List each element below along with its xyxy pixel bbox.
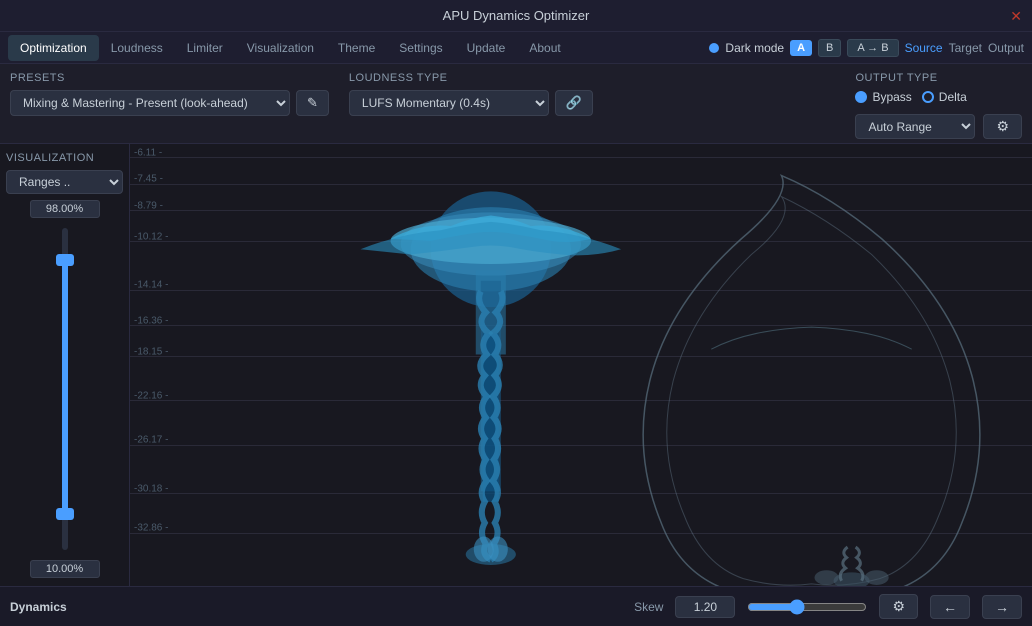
loudness-section: Loudness type LUFS Momentary (0.4s) 🔗: [349, 72, 593, 116]
viz-label: Visualization: [6, 152, 94, 164]
output-section: Output type Bypass Delta Auto Range ⚙: [855, 72, 1022, 139]
bypass-radio[interactable]: Bypass: [855, 90, 911, 104]
bottom-percent-label: 10.00%: [30, 560, 100, 578]
dynamics-back-button[interactable]: ←: [930, 595, 970, 619]
tab-settings[interactable]: Settings: [387, 35, 454, 61]
source-waveform: [361, 191, 622, 565]
presets-label: Presets: [10, 72, 329, 84]
top-percent-label: 98.00%: [30, 200, 100, 218]
nav-bar: Optimization Loudness Limiter Visualizat…: [0, 32, 1032, 64]
target-button[interactable]: Target: [949, 41, 982, 55]
preset-row: Mixing & Mastering - Present (look-ahead…: [10, 90, 329, 116]
nav-right: Dark mode A B A → B Source Target Output: [709, 39, 1024, 57]
main-visualization: -6.11 - -7.45 - -8.79 - -10.12 - -14.14 …: [130, 144, 1032, 586]
vertical-slider[interactable]: [6, 228, 123, 550]
presets-section: Presets Mixing & Mastering - Present (lo…: [10, 72, 329, 116]
delta-label: Delta: [939, 90, 967, 104]
delta-radio[interactable]: Delta: [922, 90, 967, 104]
range-select[interactable]: Auto Range: [855, 114, 975, 139]
skew-input[interactable]: [675, 596, 735, 618]
skew-label: Skew: [634, 600, 663, 614]
btn-ab[interactable]: A → B: [847, 39, 898, 57]
toolbar: Presets Mixing & Mastering - Present (lo…: [0, 64, 1032, 144]
tab-update[interactable]: Update: [455, 35, 518, 61]
output-button[interactable]: Output: [988, 41, 1024, 55]
dynamics-forward-button[interactable]: →: [982, 595, 1022, 619]
output-radio-row: Bypass Delta: [855, 90, 1022, 104]
output-gear-button[interactable]: ⚙: [983, 114, 1022, 139]
title-bar: APU Dynamics Optimizer ✕: [0, 0, 1032, 32]
delta-radio-circle: [922, 91, 934, 103]
slider-track: [62, 228, 68, 550]
tab-loudness[interactable]: Loudness: [99, 35, 175, 61]
app-title: APU Dynamics Optimizer: [443, 8, 590, 23]
output-waveform: [643, 176, 980, 586]
skew-slider[interactable]: [747, 599, 867, 615]
dark-mode-label[interactable]: Dark mode: [725, 41, 784, 55]
tab-visualization[interactable]: Visualization: [235, 35, 326, 61]
loudness-label: Loudness type: [349, 72, 593, 84]
output-label: Output type: [855, 72, 1022, 84]
viz-sidebar: Visualization Ranges .. 98.00% 10.00%: [0, 144, 130, 586]
ranges-select[interactable]: Ranges ..: [6, 170, 123, 194]
tab-limiter[interactable]: Limiter: [175, 35, 235, 61]
slider-thumb-bottom[interactable]: [56, 508, 74, 520]
tab-optimization[interactable]: Optimization: [8, 35, 99, 61]
edit-preset-button[interactable]: ✎: [296, 90, 329, 116]
btn-b[interactable]: B: [818, 39, 841, 57]
output-row2: Auto Range ⚙: [855, 114, 1022, 139]
link-button[interactable]: 🔗: [555, 90, 593, 116]
loudness-select[interactable]: LUFS Momentary (0.4s): [349, 90, 549, 116]
tab-theme[interactable]: Theme: [326, 35, 387, 61]
waveform-svg: [130, 144, 1032, 586]
main-content: Visualization Ranges .. 98.00% 10.00%: [0, 144, 1032, 586]
dark-mode-indicator: [709, 43, 719, 53]
dynamics-gear-button[interactable]: ⚙: [879, 594, 918, 619]
dynamics-label: Dynamics: [10, 600, 67, 614]
bypass-label: Bypass: [872, 90, 911, 104]
loudness-row: LUFS Momentary (0.4s) 🔗: [349, 90, 593, 116]
tab-about[interactable]: About: [517, 35, 572, 61]
close-button[interactable]: ✕: [1010, 8, 1022, 25]
dynamics-bar: Dynamics Skew ⚙ ← →: [0, 586, 1032, 626]
preset-select[interactable]: Mixing & Mastering - Present (look-ahead…: [10, 90, 290, 116]
btn-a[interactable]: A: [790, 40, 812, 56]
bypass-radio-circle: [855, 91, 867, 103]
source-button[interactable]: Source: [905, 41, 943, 55]
slider-fill: [62, 254, 68, 512]
